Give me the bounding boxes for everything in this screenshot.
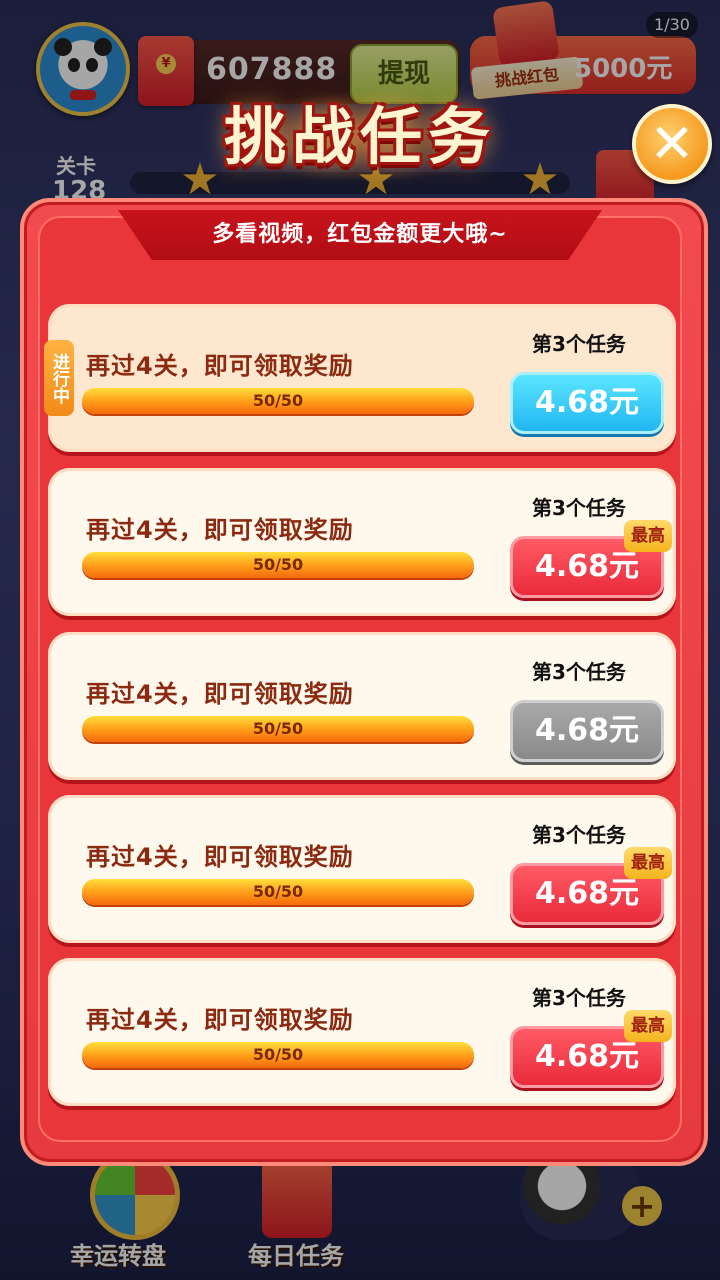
in-progress-tag: 进行中 [44, 340, 74, 416]
task-progress-text: 50/50 [252, 882, 304, 901]
reward-button[interactable]: 4.68元 [510, 700, 664, 762]
highest-badge: 最高 [624, 1010, 672, 1042]
task-progress-bar: 50/50 [82, 879, 474, 905]
task-card[interactable]: 再过4关，即可领取奖励 50/50 第3个任务 4.68元 [48, 632, 676, 780]
task-index-label: 第3个任务 [532, 986, 626, 1010]
close-icon: ✕ [649, 112, 695, 175]
task-card[interactable]: 再过4关，即可领取奖励 50/50 第3个任务 4.68元 最高 [48, 468, 676, 616]
dialog-subtitle: 多看视频，红包金额更大哦~ [212, 222, 508, 247]
highest-badge: 最高 [624, 847, 672, 879]
task-progress-bar: 50/50 [82, 716, 474, 742]
close-button[interactable]: ✕ [632, 104, 712, 184]
task-description: 再过4关，即可领取奖励 [86, 680, 354, 708]
task-description: 再过4关，即可领取奖励 [86, 352, 354, 380]
task-progress-text: 50/50 [252, 391, 304, 410]
task-description: 再过4关，即可领取奖励 [86, 1006, 354, 1034]
task-progress-bar: 50/50 [82, 552, 474, 578]
task-description: 再过4关，即可领取奖励 [86, 843, 354, 871]
task-card[interactable]: 再过4关，即可领取奖励 50/50 第3个任务 4.68元 最高 [48, 795, 676, 943]
task-index-label: 第3个任务 [532, 660, 626, 684]
task-card[interactable]: 再过4关，即可领取奖励 50/50 第3个任务 4.68元 最高 [48, 958, 676, 1106]
task-card[interactable]: 进行中 再过4关，即可领取奖励 50/50 第3个任务 4.68元 [44, 304, 676, 452]
task-index-label: 第3个任务 [532, 823, 626, 847]
dialog-title: 挑战任务 [223, 100, 496, 173]
task-progress-bar: 50/50 [82, 1042, 474, 1068]
highest-badge: 最高 [624, 520, 672, 552]
task-index-label: 第3个任务 [532, 496, 626, 520]
task-description: 再过4关，即可领取奖励 [86, 516, 354, 544]
task-progress-text: 50/50 [252, 555, 304, 574]
task-progress-text: 50/50 [252, 719, 304, 738]
task-progress-text: 50/50 [252, 1045, 304, 1064]
task-progress-bar: 50/50 [82, 388, 474, 414]
task-index-label: 第3个任务 [532, 332, 626, 356]
reward-button[interactable]: 4.68元 [510, 372, 664, 434]
